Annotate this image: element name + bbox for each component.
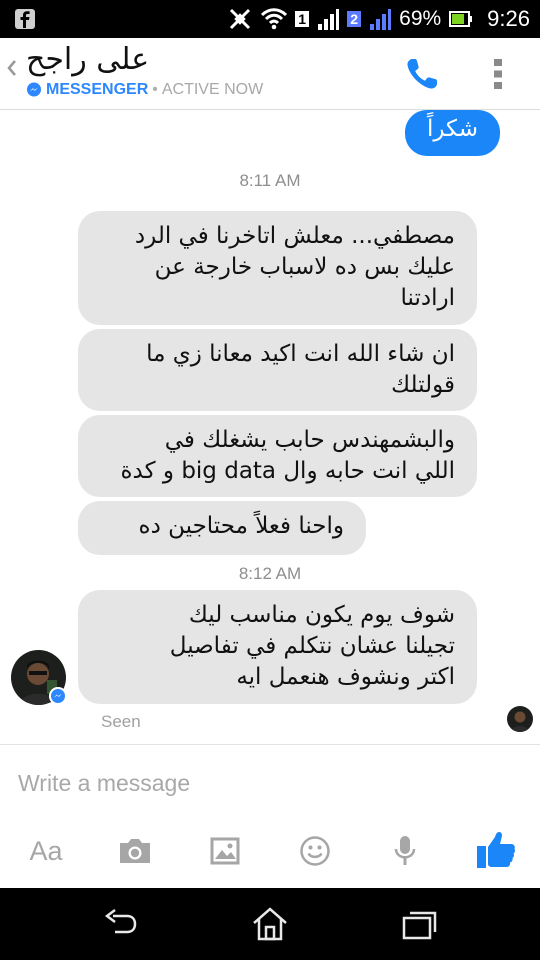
camera-icon [120, 839, 150, 863]
message-text: ان شاء الله انت اكيد معانا زي ما قولتلك [146, 341, 455, 398]
gallery-icon [210, 837, 240, 865]
back-icon[interactable] [101, 906, 141, 942]
app-label: MESSENGER [46, 81, 149, 98]
timestamp: 8:12 AM [238, 564, 302, 583]
incoming-message[interactable]: مصطفي... معلش اتاخرنا في الرد عليك بس ده… [78, 211, 477, 325]
message-text: شوف يوم يكون مناسب ليك تجيلنا عشان نتكلم… [169, 602, 455, 690]
messenger-icon [27, 82, 41, 97]
back-chevron-icon[interactable] [6, 56, 18, 80]
message-text: واحنا فعلاً محتاجين ده [138, 513, 344, 539]
sim2-badge: 2 [347, 11, 362, 27]
status-bar: 1 2 69% 9:26 [0, 0, 540, 38]
status-icons: 1 2 69% 9:26 [227, 0, 530, 38]
thumbs-up-icon [477, 832, 516, 868]
more-options-icon[interactable] [488, 56, 508, 92]
message-text: والبشمهندس حابب يشغلك في اللي انت حابه و… [120, 427, 456, 484]
home-icon[interactable] [250, 906, 290, 942]
microphone-icon [394, 836, 416, 865]
sim1-badge: 1 [295, 11, 310, 27]
wifi-icon [261, 8, 288, 30]
signal-icon [318, 9, 340, 30]
camera-button[interactable] [116, 831, 154, 871]
incoming-message[interactable]: والبشمهندس حابب يشغلك في اللي انت حابه و… [78, 415, 477, 497]
battery-icon [449, 11, 473, 27]
incoming-message[interactable]: واحنا فعلاً محتاجين ده [78, 501, 366, 555]
battery-percent: 69% [399, 7, 442, 30]
microphone-button[interactable] [390, 831, 420, 871]
messenger-badge-icon [49, 687, 67, 705]
incoming-message[interactable]: شوف يوم يكون مناسب ليك تجيلنا عشان نتكلم… [78, 590, 477, 704]
active-status: ACTIVE NOW [161, 81, 264, 98]
recent-apps-icon[interactable] [400, 906, 440, 942]
like-button[interactable] [474, 827, 518, 873]
message-text: مصطفي... معلش اتاخرنا في الرد عليك بس ده… [134, 223, 455, 311]
contact-name[interactable]: على راجح [26, 42, 149, 77]
messenger-screen: 1 2 69% 9:26 على راجح MESSENGER • ACTIVE… [0, 0, 540, 960]
seen-indicator: Seen [101, 712, 141, 731]
emoji-icon [300, 836, 330, 866]
phone-icon[interactable] [404, 56, 440, 92]
text-format-icon: Aa [29, 835, 63, 866]
outgoing-message[interactable]: شكراً [405, 110, 500, 156]
text-format-button[interactable]: Aa [26, 831, 66, 871]
signal-icon [370, 9, 392, 30]
avatar-photo [507, 706, 533, 732]
message-list[interactable]: شكراً 8:11 AM مصطفي... معلش اتاخرنا في ا… [0, 110, 540, 744]
incoming-message[interactable]: ان شاء الله انت اكيد معانا زي ما قولتلك [78, 329, 477, 411]
message-input[interactable] [18, 765, 518, 801]
read-receipt-avatar [507, 706, 533, 732]
nfc-muted-icon [230, 8, 251, 30]
conversation-header: على راجح MESSENGER • ACTIVE NOW [0, 38, 540, 110]
timestamp: 8:11 AM [239, 171, 301, 190]
facebook-notification-icon [15, 9, 35, 29]
message-text: شكراً [426, 116, 479, 142]
gallery-button[interactable] [208, 831, 242, 871]
clock: 9:26 [487, 6, 530, 31]
composer: Aa [0, 744, 540, 888]
separator: • [152, 81, 158, 98]
system-navigation-bar [0, 888, 540, 960]
presence-row: MESSENGER • ACTIVE NOW [26, 81, 263, 99]
emoji-button[interactable] [298, 831, 332, 871]
